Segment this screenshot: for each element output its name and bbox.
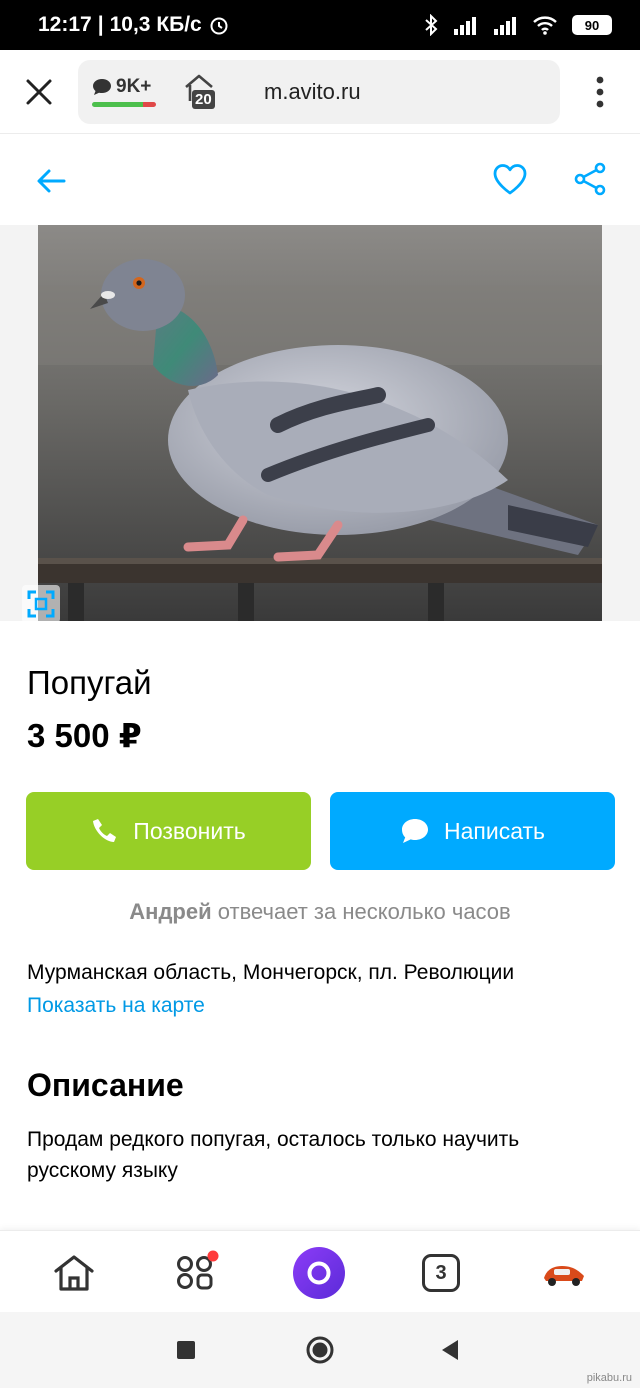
- grid-apps-icon: [177, 1250, 219, 1290]
- listing-photo[interactable]: [38, 225, 602, 621]
- share-icon: [574, 162, 606, 196]
- tabs-count-badge: 20: [192, 89, 215, 109]
- status-time: 12:17: [38, 13, 92, 36]
- square-icon: [177, 1341, 195, 1359]
- nav-profile-button[interactable]: [536, 1245, 592, 1301]
- status-net-speed: 10,3 КБ/с: [109, 13, 202, 36]
- watermark-text: pikabu.ru: [586, 1372, 632, 1384]
- browser-toolbar: 9K+ 20 m.avito.ru: [0, 50, 640, 134]
- address-bar[interactable]: 9K+ 20 m.avito.ru: [78, 59, 560, 124]
- nav-alice-button[interactable]: [291, 1245, 347, 1301]
- more-vertical-icon: [596, 76, 604, 107]
- triangle-back-icon: [442, 1340, 458, 1360]
- browser-menu-button[interactable]: [560, 50, 640, 134]
- nav-tabs-button[interactable]: 3: [413, 1245, 469, 1301]
- photo-gallery[interactable]: [0, 225, 640, 623]
- description-heading: Описание: [27, 1067, 184, 1103]
- signal-icon-2: [494, 17, 516, 35]
- system-back-button[interactable]: [430, 1330, 470, 1370]
- pigeon-image: [38, 225, 602, 621]
- messages-count: 9K+: [116, 76, 152, 97]
- recent-apps-button[interactable]: [166, 1330, 206, 1370]
- arrow-left-icon: [37, 169, 66, 193]
- favorite-button[interactable]: [488, 157, 532, 201]
- alice-assistant-icon: [293, 1247, 345, 1299]
- url-text: m.avito.ru: [264, 78, 361, 104]
- browser-bottom-nav: 3: [0, 1230, 640, 1312]
- listing-price: 3 500 ₽: [27, 717, 142, 754]
- signal-icon-1: [454, 17, 476, 35]
- seller-name[interactable]: Андрей: [129, 899, 211, 924]
- share-button[interactable]: [568, 157, 612, 201]
- system-navigation-bar: pikabu.ru: [0, 1312, 640, 1388]
- show-on-map-link[interactable]: Показать на карте: [27, 994, 205, 1018]
- description-text: Продам редкого попугая, осталось только …: [27, 1128, 520, 1182]
- phone-icon: [93, 819, 117, 842]
- call-button[interactable]: Позвонить: [26, 792, 311, 870]
- call-button-label: Позвонить: [133, 817, 246, 844]
- alarm-icon: [210, 17, 228, 35]
- close-icon: [26, 79, 52, 104]
- seller-response-time: отвечает за несколько часов: [217, 899, 511, 924]
- seller-info: Андрей отвечает за несколько часов: [0, 899, 640, 925]
- listing-header: [0, 135, 640, 225]
- circle-icon: [306, 1336, 334, 1364]
- fullscreen-button[interactable]: [22, 585, 60, 623]
- bluetooth-icon: [425, 14, 438, 36]
- status-bar: 12:17 | 10,3 КБ/с 90: [0, 0, 640, 50]
- home-tabs-button[interactable]: 20: [182, 72, 220, 112]
- battery-indicator: 90: [572, 15, 612, 35]
- close-button[interactable]: [0, 50, 78, 134]
- system-home-button[interactable]: [300, 1330, 340, 1370]
- write-button-label: Написать: [443, 817, 545, 844]
- back-button[interactable]: [30, 160, 72, 202]
- listing-title: Попугай: [27, 664, 152, 701]
- listing-address: Мурманская область, Мончегорск, пл. Рево…: [27, 961, 515, 984]
- fullscreen-icon: [27, 590, 55, 618]
- home-icon: [54, 1255, 94, 1291]
- heart-icon: [493, 164, 527, 195]
- wifi-icon: [533, 16, 557, 35]
- avatar-car-icon: [544, 1266, 584, 1286]
- write-button[interactable]: Написать: [330, 792, 615, 870]
- chat-bubble-icon: [401, 819, 428, 843]
- nav-services-button[interactable]: [168, 1245, 224, 1301]
- messages-bar: [92, 102, 156, 107]
- nav-home-button[interactable]: [46, 1245, 102, 1301]
- tabs-count-icon: 3: [422, 1254, 460, 1292]
- chat-bubble-icon: [93, 79, 111, 95]
- messages-counter[interactable]: 9K+: [92, 76, 156, 107]
